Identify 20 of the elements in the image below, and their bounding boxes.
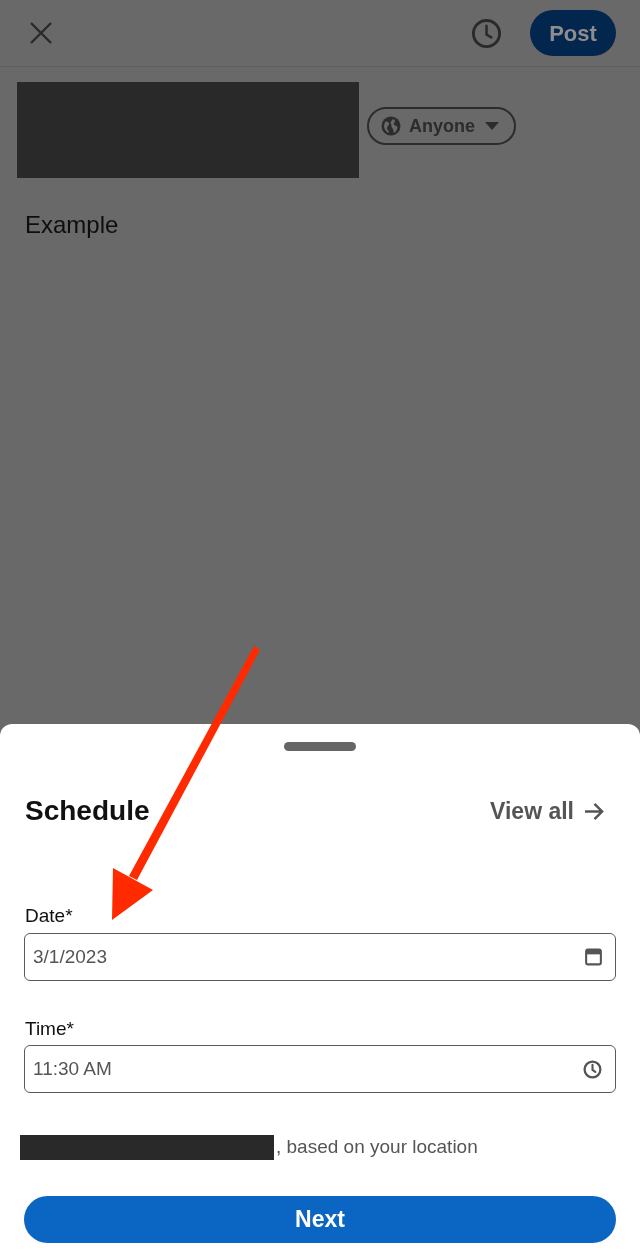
field-label: Time* — [25, 1017, 74, 1041]
field-label: Date* — [25, 904, 73, 928]
post-text[interactable]: Example — [25, 210, 119, 240]
caret-icon — [485, 122, 499, 130]
time-field[interactable]: 11:30 AM — [24, 1045, 616, 1093]
arrow-right-icon — [584, 801, 605, 821]
drag-handle[interactable] — [284, 742, 356, 751]
next-button[interactable]: Next — [24, 1196, 616, 1243]
clock-icon — [470, 17, 502, 49]
location-note: , based on your location — [276, 1134, 478, 1159]
sheet-title: Schedule — [25, 794, 150, 828]
date-field[interactable]: 3/1/2023 — [24, 933, 616, 981]
post-button[interactable]: Post — [530, 10, 616, 56]
view-all-link[interactable]: View all — [490, 793, 605, 829]
close-icon — [29, 21, 53, 45]
schedule-button[interactable] — [470, 17, 502, 49]
clock-icon — [583, 1059, 602, 1079]
calendar-icon — [585, 948, 602, 966]
close-button[interactable] — [28, 20, 54, 46]
globe-icon — [381, 116, 401, 136]
